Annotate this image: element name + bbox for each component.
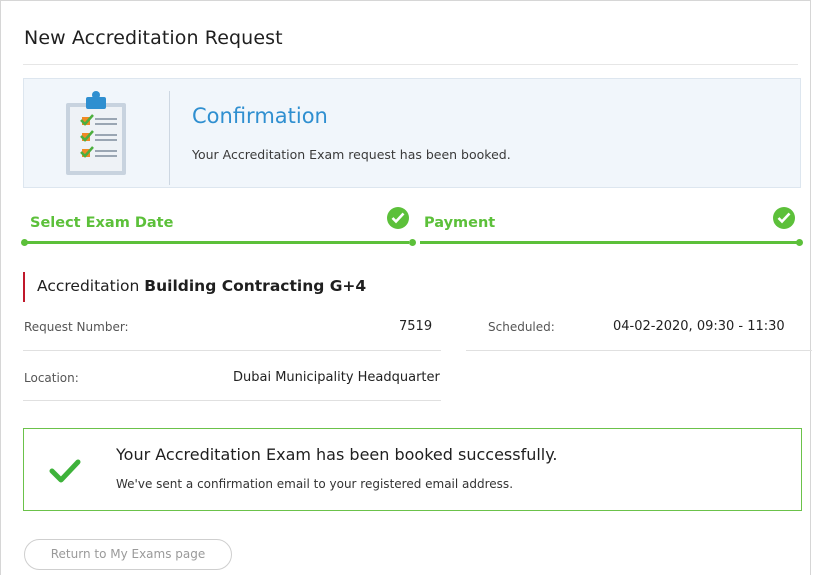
check-circle-icon: [773, 207, 795, 229]
title-divider: [23, 64, 798, 65]
step-label: Payment: [424, 215, 496, 231]
scheduled-value: 04-02-2020, 09:30 - 11:30: [613, 319, 785, 334]
confirmation-text: Your Accreditation Exam request has been…: [192, 147, 511, 162]
step-end-dot: [409, 239, 416, 246]
step-label: Select Exam Date: [30, 215, 174, 231]
page-title: New Accreditation Request: [24, 27, 283, 49]
success-subtitle: We've sent a confirmation email to your …: [116, 477, 514, 491]
confirmation-heading: Confirmation: [192, 104, 328, 128]
check-circle-icon: [387, 207, 409, 229]
confirmation-panel: Confirmation Your Accreditation Exam req…: [23, 78, 801, 188]
step-progress-bar: [25, 241, 409, 244]
step-payment: Payment: [416, 207, 806, 247]
accreditation-prefix: Accreditation: [37, 277, 140, 295]
confirmation-divider: [169, 91, 170, 185]
scheduled-label: Scheduled:: [488, 320, 555, 334]
request-number-label: Request Number:: [24, 320, 129, 334]
step-end-dot: [796, 239, 803, 246]
step-select-exam-date: Select Exam Date: [21, 207, 416, 247]
checkmark-icon: [49, 459, 81, 483]
row-divider: [466, 350, 812, 351]
row-divider: [23, 350, 441, 351]
row-divider: [23, 400, 441, 401]
request-number-value: 7519: [399, 319, 433, 334]
page-container: New Accreditation Request Confirmation Y…: [0, 0, 812, 575]
success-title: Your Accreditation Exam has been booked …: [116, 445, 558, 464]
accreditation-title: Accreditation Building Contracting G+4: [23, 272, 366, 302]
return-to-my-exams-button[interactable]: Return to My Exams page: [24, 539, 232, 570]
step-progress-bar: [420, 241, 797, 244]
success-message-box: Your Accreditation Exam has been booked …: [23, 428, 802, 511]
accreditation-name: Building Contracting G+4: [144, 277, 367, 295]
location-value: Dubai Municipality Headquarter: [233, 370, 440, 385]
location-label: Location:: [24, 371, 79, 385]
clipboard-checklist-icon: [66, 91, 126, 175]
